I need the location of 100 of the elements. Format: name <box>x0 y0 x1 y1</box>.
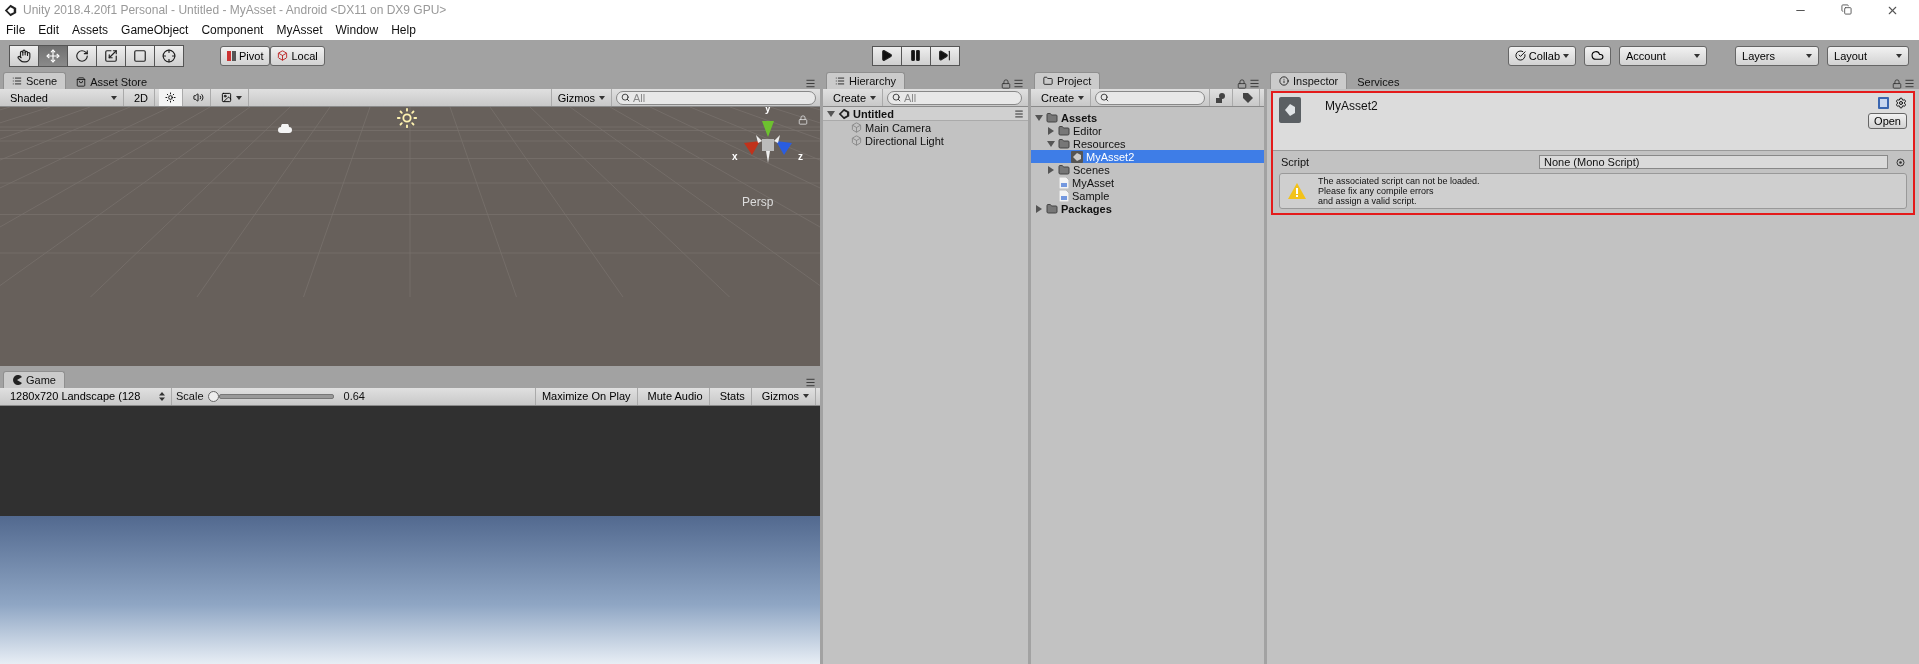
axis-label: z <box>798 151 803 162</box>
tree-item[interactable]: Assets <box>1031 111 1264 124</box>
scale-slider[interactable] <box>207 390 334 402</box>
create-dropdown[interactable]: Create <box>827 89 884 106</box>
menu-item[interactable]: GameObject <box>121 23 189 37</box>
menu-item[interactable]: Component <box>201 23 264 37</box>
search-field[interactable]: All <box>616 90 816 105</box>
shading-dropdown[interactable]: Shaded <box>4 89 124 106</box>
menu-item[interactable]: Edit <box>38 23 60 37</box>
caret-icon <box>803 394 809 398</box>
pause-icon <box>909 49 923 62</box>
layers-button[interactable]: Layers <box>1735 45 1819 66</box>
hierarchy-item[interactable]: Main Camera <box>823 121 1028 134</box>
gizmos-dropdown[interactable]: Gizmos <box>755 387 816 405</box>
menu-icon[interactable] <box>805 78 816 89</box>
resolution-dropdown[interactable]: 1280x720 Landscape (128 <box>4 387 172 405</box>
inspector-tab[interactable]: Inspector <box>1270 72 1348 89</box>
hand-icon <box>17 48 31 63</box>
play-button[interactable] <box>871 45 902 66</box>
toggle-button[interactable]: Stats <box>713 387 752 405</box>
collapsed-arrow-icon[interactable] <box>1047 126 1055 135</box>
expanded-arrow-icon[interactable] <box>1047 139 1055 148</box>
speaker-icon <box>193 92 205 103</box>
collapsed-arrow-icon[interactable] <box>1047 165 1055 174</box>
crosshair-icon <box>162 48 176 63</box>
tree-item[interactable]: Resources <box>1031 137 1264 150</box>
game-tab[interactable]: Game <box>3 370 65 388</box>
grid-icon <box>12 76 22 86</box>
menu-icon[interactable] <box>805 376 816 388</box>
tool-button[interactable] <box>154 44 184 67</box>
2d-toggle[interactable]: 2D <box>128 89 156 106</box>
expanded-arrow-icon[interactable] <box>1035 113 1043 122</box>
menu-icon[interactable] <box>1249 78 1260 89</box>
menu-item[interactable]: Help <box>391 23 416 37</box>
script-file-icon <box>1059 189 1069 202</box>
tool-button[interactable] <box>67 44 97 67</box>
asset-icon <box>1071 150 1083 163</box>
cloud-icon <box>278 124 292 133</box>
tree-item[interactable]: Scenes <box>1031 163 1264 176</box>
caret-icon <box>1563 53 1569 58</box>
scene-tab[interactable]: Scene <box>3 72 67 89</box>
tag-icon <box>1243 92 1253 103</box>
pivot-button[interactable]: Pivot <box>220 45 271 66</box>
project-tab[interactable]: Project <box>1034 72 1101 89</box>
pivot-icon <box>227 50 236 61</box>
search-icon <box>621 92 630 102</box>
step-icon <box>938 49 952 62</box>
tool-button[interactable] <box>38 44 68 67</box>
hierarchy-tab[interactable]: Hierarchy <box>826 72 906 89</box>
scene-tab[interactable]: Asset Store <box>68 74 156 89</box>
menu-item[interactable]: Assets <box>72 23 109 37</box>
collapsed-arrow-icon[interactable] <box>1035 204 1043 213</box>
scene-header[interactable]: Untitled <box>823 107 1028 121</box>
cube-icon <box>851 135 862 146</box>
tree-item[interactable]: Sample <box>1031 189 1264 202</box>
tree-item[interactable]: Packages <box>1031 202 1264 215</box>
tool-button[interactable] <box>125 44 155 67</box>
expanded-arrow-icon[interactable] <box>827 109 835 118</box>
menu-item[interactable]: Window <box>335 23 379 37</box>
restore-icon[interactable] <box>1841 3 1852 15</box>
toggle-button[interactable]: Maximize On Play <box>534 387 638 405</box>
search-field[interactable]: All <box>887 90 1023 105</box>
lighting-toggle[interactable] <box>159 89 184 106</box>
layout-button[interactable]: Layout <box>1827 45 1909 66</box>
warning-text: The associated script can not be loaded. Please fix any compile errors and assign a valid script. <box>1318 176 1480 206</box>
settings-icon[interactable] <box>1895 97 1907 109</box>
menu-icon[interactable] <box>1904 78 1915 89</box>
cloud-icon <box>1591 49 1604 62</box>
help-book-icon[interactable] <box>1878 97 1889 109</box>
tree-item[interactable]: Editor <box>1031 124 1264 137</box>
filter-type-button[interactable] <box>1209 89 1233 106</box>
gizmos-dropdown[interactable]: Gizmos <box>550 89 612 106</box>
tree-item[interactable]: MyAsset2 <box>1031 150 1264 163</box>
tool-button[interactable] <box>96 44 126 67</box>
account-button[interactable]: Account <box>1619 45 1707 66</box>
cloud-button[interactable] <box>1584 45 1611 66</box>
open-button[interactable]: Open <box>1868 113 1907 129</box>
slider-thumb[interactable] <box>207 390 219 402</box>
caret-icon <box>1896 53 1902 58</box>
tool-button[interactable] <box>9 44 39 67</box>
toggle-button[interactable]: Mute Audio <box>641 387 710 405</box>
pause-button[interactable] <box>900 45 931 66</box>
menu-item[interactable]: MyAsset <box>276 23 323 37</box>
search-field[interactable] <box>1095 90 1205 105</box>
script-field[interactable]: None (Mono Script) <box>1539 155 1888 169</box>
tree-item[interactable]: MyAsset <box>1031 176 1264 189</box>
inspector-tab[interactable]: Services <box>1349 74 1408 89</box>
menu-icon[interactable] <box>1014 108 1024 119</box>
object-picker-icon[interactable] <box>1896 157 1905 167</box>
folder-icon <box>1058 137 1070 150</box>
view-mode-label[interactable]: Persp <box>742 195 774 209</box>
local-button[interactable]: Local <box>270 45 325 66</box>
menu-icon[interactable] <box>1013 78 1024 89</box>
caret-icon <box>236 95 243 100</box>
asset-name: MyAsset2 <box>1325 98 1378 115</box>
window-title: Unity 2018.4.20f1 Personal - Untitled - MyAsset - Android <DX11 on DX9 GPU> <box>23 3 447 17</box>
hierarchy-item[interactable]: Directional Light <box>823 134 1028 147</box>
collab-button[interactable]: Collab <box>1507 45 1576 66</box>
menu-item[interactable]: File <box>6 23 26 37</box>
step-button[interactable] <box>929 45 960 66</box>
